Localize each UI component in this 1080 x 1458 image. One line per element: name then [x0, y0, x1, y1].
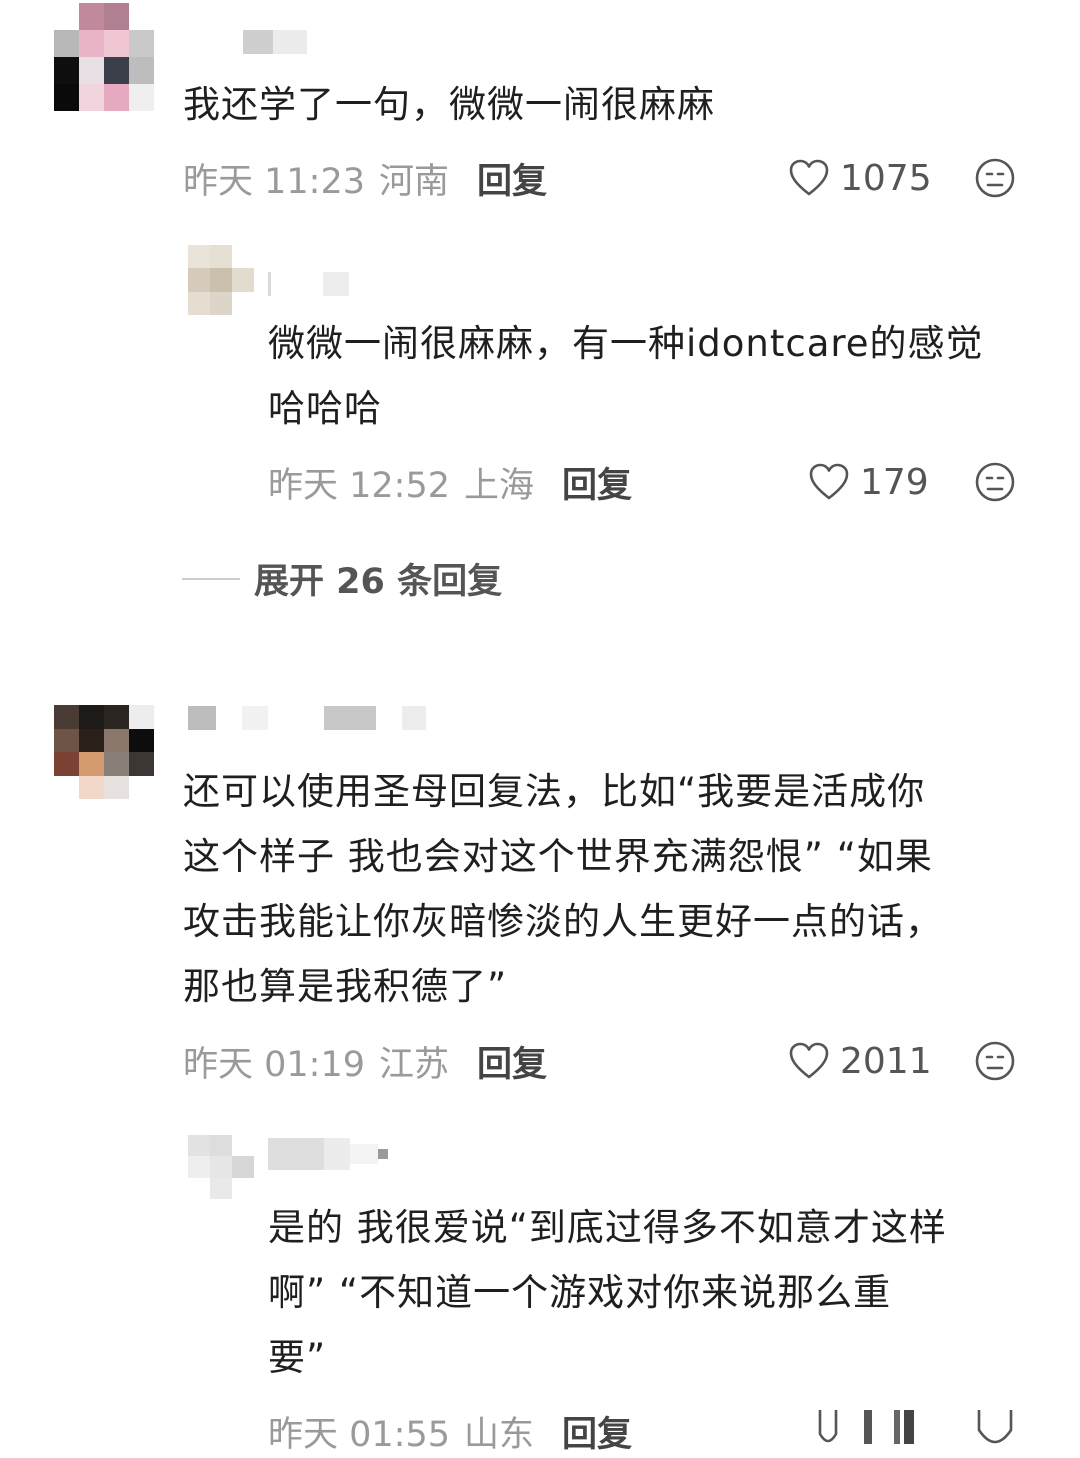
heart-outline-icon	[809, 463, 849, 500]
comment-meta: 昨天 11:23 河南 回复	[183, 153, 547, 203]
comment-time: 昨天 11:23	[183, 161, 365, 202]
reply-time: 昨天 01:55	[268, 1414, 450, 1455]
comment-text: 还可以使用圣母回复法，比如“我要是活成你 这个样子 我也会对这个世界充满怨恨” …	[183, 759, 1043, 1019]
heart-outline-icon	[789, 1042, 829, 1079]
reply-text-line: 微微一闹很麻麻，有一种idontcare的感觉	[268, 322, 984, 365]
comment-text: 我还学了一句，微微一闹很麻麻	[183, 83, 715, 126]
username-blurred[interactable]	[268, 272, 349, 296]
comment-time: 昨天 01:19	[183, 1044, 365, 1085]
reply-text: 是的 我很爱说“到底过得多不如意才这样 啊” “不知道一个游戏对你来说那么重 要…	[268, 1195, 1058, 1390]
like-count: 2011	[840, 1040, 932, 1082]
meh-face-icon[interactable]	[974, 461, 1016, 503]
comment-meta: 昨天 01:19 江苏 回复	[183, 1036, 547, 1086]
comment-location: 河南	[379, 161, 450, 202]
reply-location: 上海	[464, 465, 535, 506]
username-blurred[interactable]	[188, 706, 426, 730]
heart-outline-icon	[789, 159, 829, 196]
like-button[interactable]: 2011	[788, 1036, 932, 1086]
reply-button[interactable]: 回复	[562, 457, 632, 508]
reply-time: 昨天 12:52	[268, 465, 450, 506]
meh-face-icon[interactable]	[974, 157, 1016, 199]
comment-text-line: 那也算是我积德了”	[183, 965, 508, 1008]
username-blurred[interactable]	[243, 30, 307, 54]
comment-text-line: 攻击我能让你灰暗惨淡的人生更好一点的话，	[183, 900, 943, 943]
comment-text-line: 这个样子 我也会对这个世界充满怨恨” “如果	[183, 835, 933, 878]
reply-text-line: 啊” “不知道一个游戏对你来说那么重	[268, 1271, 892, 1314]
comment-text-line: 还可以使用圣母回复法，比如“我要是活成你	[183, 770, 926, 813]
reply-button[interactable]: 回复	[562, 1406, 632, 1457]
reply-button[interactable]: 回复	[477, 1036, 547, 1087]
avatar[interactable]	[54, 705, 154, 799]
comment-location: 江苏	[379, 1044, 450, 1085]
like-button[interactable]: 179	[808, 457, 929, 507]
like-count: 1075	[840, 157, 932, 199]
username-blurred[interactable]	[268, 1138, 388, 1170]
like-button[interactable]	[812, 1404, 924, 1458]
divider	[182, 577, 240, 580]
reply-text-line: 要”	[268, 1336, 327, 1379]
expand-replies-label: 展开 26 条回复	[254, 562, 503, 602]
reply-avatar[interactable]	[188, 1135, 254, 1199]
heart-outline-icon	[818, 1410, 914, 1444]
like-count: 179	[860, 461, 929, 503]
reply-text-line: 哈哈哈	[268, 387, 382, 430]
reply-location: 山东	[464, 1414, 535, 1455]
expand-replies-button[interactable]: 展开 26 条回复	[182, 553, 502, 604]
reply-text: 微微一闹很麻麻，有一种idontcare的感觉 哈哈哈	[268, 311, 984, 441]
meh-face-icon[interactable]	[974, 1404, 1016, 1458]
reply-button[interactable]: 回复	[477, 153, 547, 204]
reply-meta: 昨天 01:55 山东 回复	[268, 1406, 632, 1456]
avatar[interactable]	[54, 3, 154, 111]
reply-avatar[interactable]	[188, 245, 254, 315]
meh-face-icon[interactable]	[974, 1040, 1016, 1082]
reply-text-line: 是的 我很爱说“到底过得多不如意才这样	[268, 1206, 947, 1249]
like-button[interactable]: 1075	[788, 153, 932, 203]
reply-meta: 昨天 12:52 上海 回复	[268, 457, 632, 507]
